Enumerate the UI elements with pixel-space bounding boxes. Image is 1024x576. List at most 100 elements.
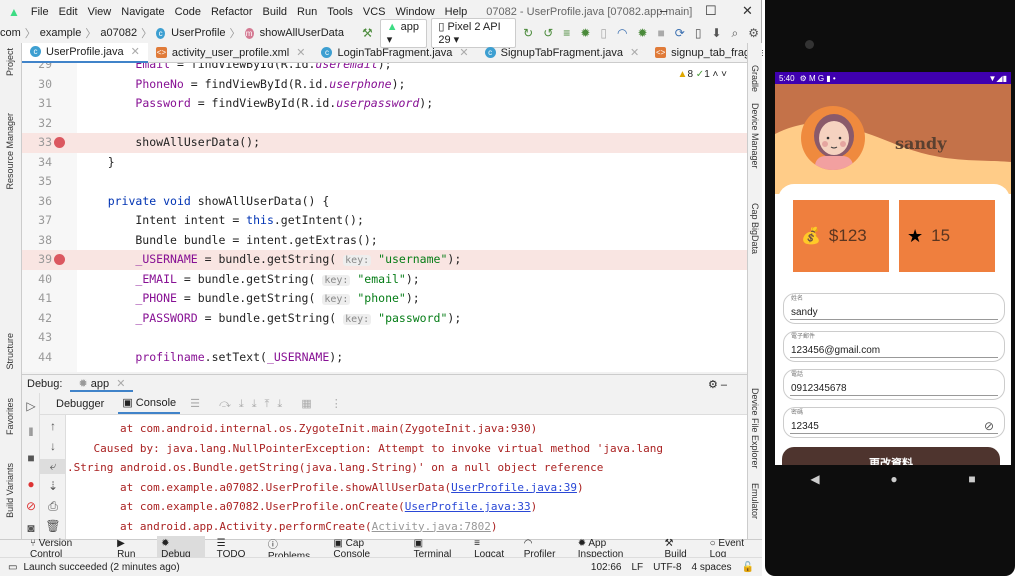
field-value[interactable]: 123456@gmail.com — [791, 345, 880, 356]
tab-activity-user-profile-xml[interactable]: <> activity_user_profile.xml ✕ — [148, 43, 314, 63]
close-tab-icon[interactable]: ✕ — [630, 46, 639, 59]
coverage-icon[interactable]: ▯ — [600, 26, 607, 40]
camera-icon[interactable]: ◙ — [22, 521, 40, 535]
console-tab[interactable]: ▣ Console — [118, 393, 181, 414]
down-arrow-icon[interactable]: ↓ — [40, 439, 66, 453]
recents-icon[interactable]: ■ — [968, 472, 975, 486]
breadcrumb-item[interactable]: UserProfile — [171, 27, 225, 39]
visibility-off-icon[interactable]: ⊘ — [984, 419, 994, 433]
menu-edit[interactable]: Edit — [54, 6, 83, 18]
menu-tools[interactable]: Tools — [322, 6, 358, 18]
code-line: 31 Password = findViewById(R.id.userpass… — [22, 94, 747, 114]
console-output[interactable]: at com.android.internal.os.ZygoteInit.ma… — [67, 415, 737, 540]
input-field-3[interactable]: 密碼 12345 ⊘ — [783, 407, 1005, 438]
update-profile-button[interactable]: 更改資料 — [782, 447, 1000, 465]
field-value[interactable]: sandy — [791, 307, 818, 318]
run-icon[interactable]: ≡ — [563, 26, 570, 40]
code-editor[interactable]: 29 Email = findViewById(R.id.useremail);… — [22, 63, 747, 372]
phone-screen[interactable]: 5:40 ⚙ M G ▮ • ▼◢▮ sandy 💰 $123 ★ 15 更改資料 姓名… — [775, 72, 1011, 465]
menu-window[interactable]: Window — [391, 6, 440, 18]
input-field-0[interactable]: 姓名 sandy — [783, 293, 1005, 324]
menu-help[interactable]: Help — [440, 6, 473, 18]
favorites-tool-button[interactable]: Favorites — [5, 398, 15, 435]
sync-icon[interactable]: ⟳ — [675, 26, 685, 40]
menu-code[interactable]: Code — [170, 6, 206, 18]
run-icon: ▶ — [117, 537, 125, 549]
menu-build[interactable]: Build — [258, 6, 292, 18]
step-toolbar-icons[interactable]: ☰ ⤼⤓⤓⤒⤓ ▦ ⋮ — [190, 397, 350, 411]
device-manager-icon[interactable]: ▯ — [695, 26, 702, 40]
apply-code-changes-icon[interactable]: ↺ — [543, 26, 553, 40]
tab-signuptabfragment-java[interactable]: c SignupTabFragment.java ✕ — [477, 43, 648, 63]
resource-manager-tool-button[interactable]: Resource Manager — [5, 113, 15, 190]
trash-icon[interactable]: 🗑 — [40, 519, 66, 533]
close-tab-icon[interactable]: ✕ — [459, 46, 468, 59]
stop-icon[interactable]: ■ — [658, 26, 665, 40]
breadcrumb-item[interactable]: example — [40, 27, 82, 39]
indent[interactable]: 4 spaces — [692, 562, 732, 573]
close-tab-icon[interactable]: ✕ — [296, 46, 305, 59]
menu-vcs[interactable]: VCS — [358, 6, 391, 18]
up-arrow-icon[interactable]: ↑ — [40, 419, 66, 433]
debug-session-tab[interactable]: ✹ app ✕ — [70, 377, 134, 392]
soft-wrap-icon[interactable]: ⤶ — [40, 459, 66, 474]
hammer-icon[interactable]: ⚒ — [362, 26, 373, 40]
line-separator[interactable]: LF — [632, 562, 644, 573]
search-icon[interactable]: ⌕ — [732, 26, 739, 41]
breakpoint-icon[interactable] — [54, 137, 65, 148]
field-value[interactable]: 0912345678 — [791, 383, 847, 394]
device-file-explorer-tool-button[interactable]: Device File Explorer — [750, 388, 760, 469]
stack-trace-link[interactable]: UserProfile.java:33 — [405, 500, 531, 513]
device-manager-tool-button[interactable]: Device Manager — [750, 103, 760, 169]
back-icon[interactable]: ◀ — [810, 472, 819, 486]
close-tab-icon[interactable]: ✕ — [131, 45, 140, 58]
breadcrumb-item[interactable]: com — [0, 27, 21, 39]
maximize-button[interactable]: ☐ — [705, 3, 717, 19]
resume-icon[interactable]: ▷ — [22, 399, 40, 413]
emulator-tool-button[interactable]: Emulator — [750, 483, 760, 519]
menu-file[interactable]: File — [26, 6, 54, 18]
encoding[interactable]: UTF-8 — [653, 562, 681, 573]
stack-trace-link[interactable]: Activity.java:7802 — [372, 520, 491, 533]
lock-icon[interactable]: 🔓 — [742, 562, 754, 573]
home-icon[interactable]: ● — [890, 472, 897, 486]
profile-icon[interactable]: ◠ — [617, 26, 627, 40]
debugger-tab[interactable]: Debugger — [52, 395, 108, 413]
apply-changes-icon[interactable]: ↻ — [523, 26, 533, 40]
gradle-tool-button[interactable]: Gradle — [750, 65, 760, 92]
breadcrumb-item[interactable]: a07082 — [100, 27, 137, 39]
attach-debugger-icon[interactable]: ✹ — [637, 26, 647, 40]
tab-userprofile-java[interactable]: c UserProfile.java ✕ — [22, 42, 148, 63]
android-status-bar: 5:40 ⚙ M G ▮ • ▼◢▮ — [775, 72, 1011, 84]
status-message[interactable]: Launch succeeded (2 minutes ago) — [23, 562, 179, 573]
gear-icon[interactable]: ⚙ — [748, 26, 759, 40]
structure-tool-button[interactable]: Structure — [5, 333, 15, 370]
menu-view[interactable]: View — [83, 6, 117, 18]
inspection-widget[interactable]: ▲8 ✓1 ˄ ˅ — [678, 69, 727, 80]
print-icon[interactable]: ⎙ — [40, 499, 66, 514]
gear-icon[interactable]: ⚙ – — [708, 378, 727, 391]
breakpoint-icon[interactable] — [54, 254, 65, 265]
breadcrumb-item[interactable]: showAllUserData — [260, 27, 344, 39]
scroll-to-end-icon[interactable]: ⇣ — [40, 479, 66, 493]
stack-trace-link[interactable]: UserProfile.java:39 — [451, 481, 577, 494]
stop-icon[interactable]: ■ — [22, 451, 40, 465]
build-variants-tool-button[interactable]: Build Variants — [5, 463, 15, 518]
minimize-button[interactable]: – — [660, 3, 667, 18]
input-field-2[interactable]: 電話 0912345678 — [783, 369, 1005, 400]
cap-bigdata-tool-button[interactable]: Cap BigData — [750, 203, 760, 254]
menu-navigate[interactable]: Navigate — [116, 6, 169, 18]
field-value[interactable]: 12345 — [791, 421, 819, 432]
pause-icon[interactable]: ‖ — [22, 425, 40, 439]
menu-refactor[interactable]: Refactor — [206, 6, 258, 18]
caret-position[interactable]: 102:66 — [591, 562, 622, 573]
menu-run[interactable]: Run — [292, 6, 322, 18]
mute-breakpoints-icon[interactable]: ⊘ — [22, 499, 40, 513]
sdk-manager-icon[interactable]: ⬇ — [711, 26, 721, 40]
view-breakpoints-icon[interactable]: ● — [22, 477, 40, 491]
tab-logintabfragment-java[interactable]: c LoginTabFragment.java ✕ — [313, 43, 476, 63]
project-tool-button[interactable]: Project — [5, 48, 15, 76]
debug-icon[interactable]: ✹ — [580, 26, 590, 40]
input-field-1[interactable]: 電子郵件 123456@gmail.com — [783, 331, 1005, 362]
close-button[interactable]: ✕ — [742, 3, 753, 19]
